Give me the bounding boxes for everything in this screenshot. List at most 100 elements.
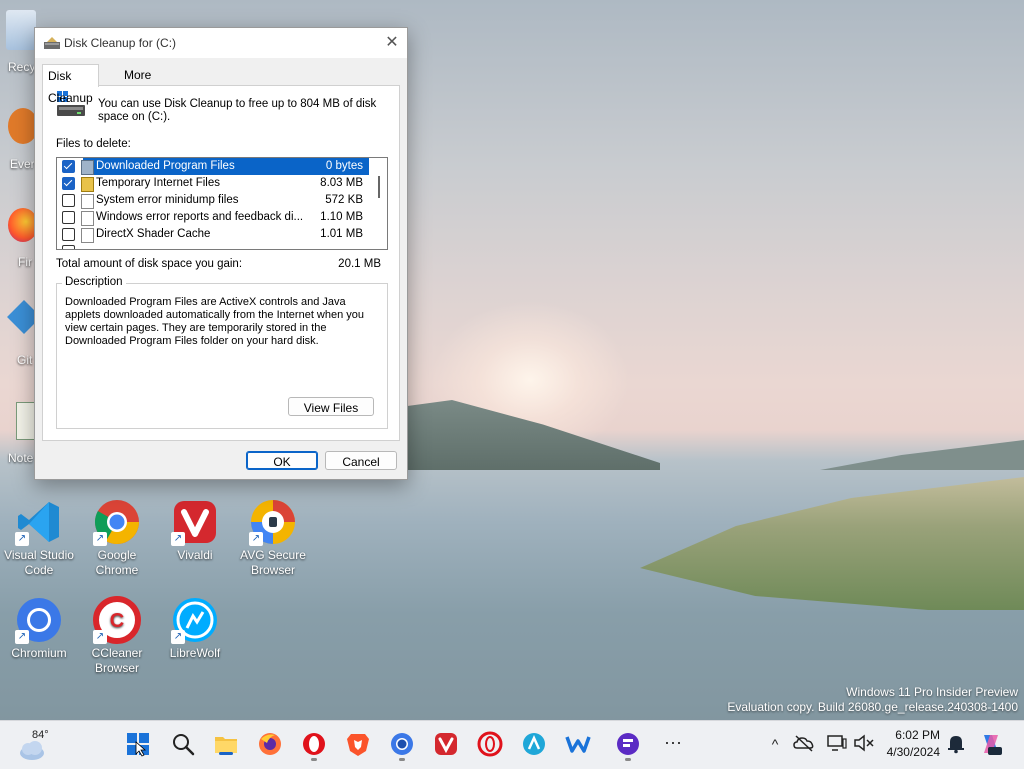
shortcut-arrow-icon: ↗ (171, 532, 185, 546)
desktop-icon-recycle-bin[interactable]: Recy (0, 10, 36, 74)
checkbox[interactable] (62, 245, 75, 249)
windows-evaluation-watermark: Windows 11 Pro Insider Preview Evaluatio… (727, 685, 1018, 715)
desktop-icon-librewolf[interactable]: ↗ LibreWolf (157, 596, 233, 661)
shortcut-arrow-icon: ↗ (171, 630, 185, 644)
files-to-delete-list[interactable]: Downloaded Program Files 0 bytes Tempora… (56, 157, 388, 250)
shortcut-arrow-icon: ↗ (249, 532, 263, 546)
active-indicator (219, 752, 233, 755)
desktop-icon-label: Fir (18, 255, 32, 269)
show-hidden-icons-button[interactable]: ^ (762, 731, 788, 757)
desktop-icon-ccleaner-browser[interactable]: C ↗ CCleaner Browser (79, 596, 155, 676)
taskbar-brave[interactable] (345, 731, 371, 757)
dialog-title: Disk Cleanup for (C:) (64, 36, 177, 50)
file-name: DirectX Shader Cache (96, 228, 211, 240)
desktop-icon-firefox[interactable]: Fir (0, 208, 38, 269)
desktop-icon-chrome[interactable]: ↗ Google Chrome (79, 498, 155, 578)
file-row-temporary-internet-files[interactable]: Temporary Internet Files 8.03 MB (57, 175, 369, 192)
librewolf-icon: ↗ (171, 596, 219, 644)
desktop-icon-vivaldi[interactable]: ↗ Vivaldi (157, 498, 233, 563)
desktop-icon-everything[interactable]: Ever (0, 108, 38, 171)
desktop-icon-avg-browser[interactable]: ↗ AVG Secure Browser (235, 498, 311, 578)
disk-cleanup-dialog: Disk Cleanup for (C:) ✕ Disk Cleanup Mor… (34, 27, 408, 480)
start-button[interactable] (125, 731, 151, 757)
taskbar-file-explorer[interactable] (213, 731, 239, 757)
onedrive-offline-icon (793, 735, 814, 752)
desktop-icon-git[interactable]: Git (0, 300, 41, 367)
file-size: 572 KB (325, 194, 363, 206)
file-size: 1.10 MB (320, 211, 363, 223)
file-list-scrollbar[interactable] (371, 158, 387, 249)
copilot-button[interactable] (978, 731, 1004, 757)
taskbar-floorp[interactable] (615, 731, 641, 761)
file-row-system-error-minidump[interactable]: System error minidump files 572 KB (57, 192, 369, 209)
file-size: 1.01 MB (320, 228, 363, 240)
taskbar-waterfox[interactable] (565, 731, 591, 757)
checkbox[interactable] (62, 228, 75, 241)
copilot-icon (984, 735, 1002, 755)
more-apps-button[interactable]: ··· (660, 731, 686, 757)
cloud-weather-icon (20, 741, 44, 760)
taskbar-firefox[interactable] (257, 731, 283, 757)
file-row-downloaded-program-files[interactable]: Downloaded Program Files 0 bytes (57, 158, 369, 175)
taskbar-maxthon[interactable] (521, 731, 547, 757)
clock-time: 6:02 PM (895, 728, 940, 742)
taskbar-opera[interactable] (301, 731, 327, 761)
svg-text:C: C (110, 610, 124, 632)
file-row-windows-error-reports[interactable]: Windows error reports and feedback di...… (57, 209, 369, 226)
brave-icon (347, 734, 369, 756)
desktop-icon-label: Visual Studio Code (4, 548, 74, 577)
opera-icon (303, 733, 325, 755)
weather-widget[interactable]: 84° (18, 727, 58, 763)
watermark-line-2: Evaluation copy. Build 26080.ge_release.… (727, 700, 1018, 714)
desktop-icon-label: Git (17, 353, 33, 367)
tray-display[interactable] (825, 731, 851, 757)
tab-disk-cleanup[interactable]: Disk Cleanup (42, 64, 99, 105)
desktop-icon-label: LibreWolf (169, 646, 221, 660)
watermark-line-1: Windows 11 Pro Insider Preview (846, 685, 1018, 699)
bell-icon (948, 736, 964, 754)
desktop-icon-notepad[interactable]: Note (0, 402, 42, 465)
lock-icon (81, 177, 94, 192)
scrollbar-thumb[interactable] (378, 176, 380, 198)
taskbar-vivaldi[interactable] (433, 731, 459, 757)
clock[interactable]: 6:02 PM 4/30/2024 (887, 727, 940, 761)
disk-cleanup-icon (44, 37, 60, 49)
checkbox[interactable] (62, 160, 75, 173)
taskbar-opera-gx[interactable] (477, 731, 503, 757)
desktop-icon-vscode[interactable]: ↗ Visual Studio Code (1, 498, 77, 578)
vivaldi-icon (435, 733, 457, 755)
files-to-delete-label: Files to delete: (56, 138, 131, 150)
desktop-icon-label: Google Chrome (95, 548, 139, 577)
total-space-value: 20.1 MB (338, 258, 381, 270)
running-indicator (399, 758, 405, 761)
file-row-directx-shader-cache[interactable]: DirectX Shader Cache 1.01 MB (57, 226, 369, 243)
tray-onedrive[interactable] (792, 731, 818, 757)
checkbox[interactable] (62, 177, 75, 190)
ccleaner-browser-icon: C ↗ (93, 596, 141, 644)
search-button[interactable] (170, 731, 196, 757)
file-icon (81, 194, 94, 209)
file-name: Temporary Internet Files (96, 177, 220, 189)
avg-browser-icon: ↗ (249, 498, 297, 546)
waterfox-icon (565, 736, 591, 753)
cancel-button[interactable]: Cancel (325, 451, 397, 470)
maxthon-icon (523, 733, 545, 755)
desktop-icon-label: Recy (8, 60, 36, 74)
ok-button[interactable]: OK (246, 451, 318, 470)
view-files-button[interactable]: View Files (288, 397, 374, 416)
weather-temperature: 84° (32, 729, 49, 741)
dialog-titlebar[interactable]: Disk Cleanup for (C:) ✕ (35, 28, 407, 58)
tab-more-options[interactable]: More Options (119, 66, 170, 101)
taskbar-chromium[interactable] (389, 731, 415, 761)
checkbox[interactable] (62, 194, 75, 207)
desktop-icon-label: AVG Secure Browser (240, 548, 306, 577)
running-indicator (311, 758, 317, 761)
desktop-icon-chromium[interactable]: ↗ Chromium (1, 596, 77, 661)
notifications-button[interactable] (944, 731, 970, 757)
file-row-partial[interactable] (57, 243, 369, 249)
checkbox[interactable] (62, 211, 75, 224)
close-button[interactable]: ✕ (377, 28, 407, 58)
tray-volume[interactable] (852, 731, 878, 757)
desktop-icon-label: CCleaner Browser (91, 646, 143, 675)
chrome-icon: ↗ (93, 498, 141, 546)
